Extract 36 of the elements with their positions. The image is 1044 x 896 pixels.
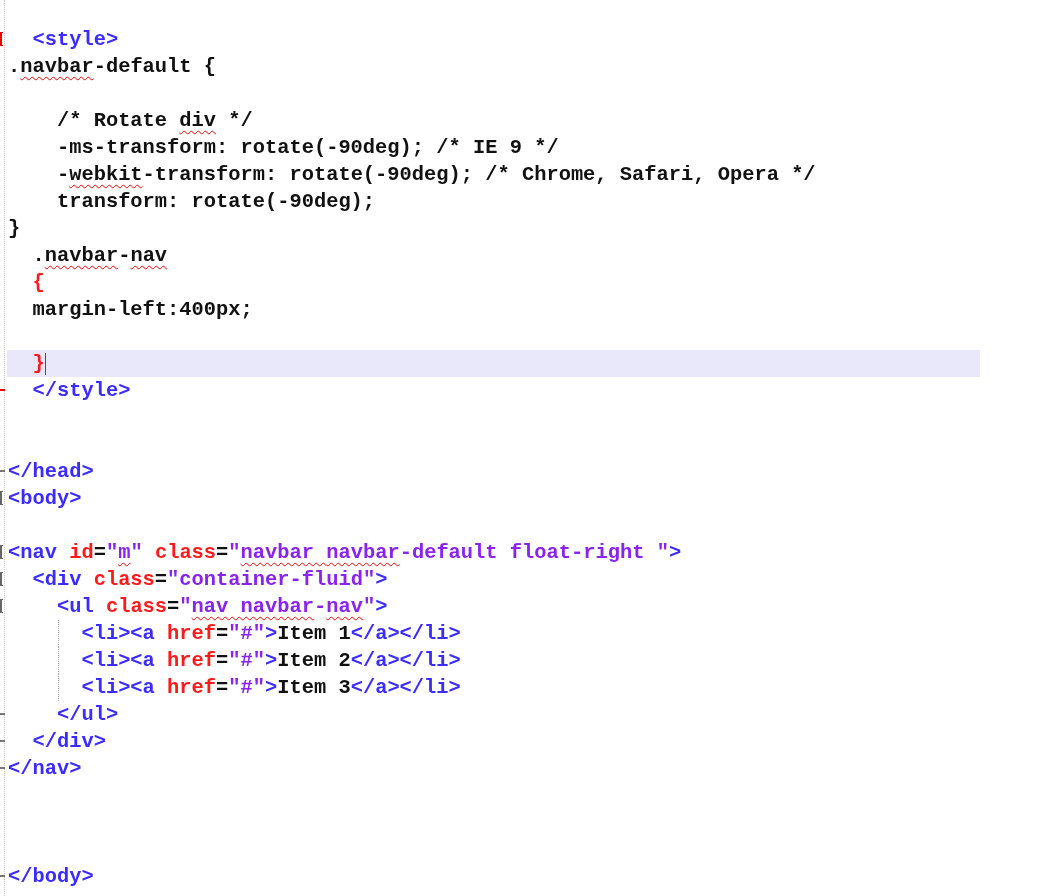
code-line: <nav id="m" class="navbar navbar-default float-right "> (8, 541, 682, 564)
code-line: margin-left:400px; (31, 298, 253, 321)
code-line: /* Rotate div */ (55, 109, 253, 132)
code-line: transform: rotate(-90deg); (55, 190, 376, 213)
fold-marker-icon[interactable] (0, 713, 5, 715)
code-line: } (8, 217, 21, 240)
code-line: <li><a href="#">Item 1</a></li> (80, 622, 461, 645)
code-line: </ul> (55, 703, 119, 726)
code-line: </body> (8, 865, 94, 888)
code-line: <li><a href="#">Item 3</a></li> (80, 676, 461, 699)
code-line: { (31, 271, 45, 294)
code-line: <body> (8, 487, 82, 510)
code-line: -webkit-transform: rotate(-90deg); /* Chrome, Safari, Opera */ (55, 163, 816, 186)
text-cursor (44, 352, 46, 375)
fold-marker-icon[interactable] (0, 572, 3, 586)
fold-marker-icon[interactable] (0, 32, 3, 46)
code-line: .navbar-nav (31, 244, 168, 267)
code-line: </div> (31, 730, 106, 753)
code-line: </style> (31, 379, 131, 402)
fold-marker-icon[interactable] (0, 491, 3, 505)
code-line: <div class="container-fluid"> (31, 568, 388, 591)
fold-marker-icon[interactable] (0, 545, 3, 559)
fold-marker-icon[interactable] (0, 875, 5, 877)
fold-marker-icon[interactable] (0, 389, 5, 391)
code-line: <style> (31, 28, 119, 51)
fold-marker-icon[interactable] (0, 767, 5, 769)
code-line: </nav> (8, 757, 82, 780)
fold-marker-icon[interactable] (0, 599, 3, 613)
code-line: .navbar-default { (8, 55, 217, 78)
fold-marker-icon[interactable] (0, 470, 5, 472)
code-line: } (31, 351, 45, 377)
code-line: <ul class="nav navbar-nav"> (55, 595, 388, 618)
code-line: <li><a href="#">Item 2</a></li> (80, 649, 461, 672)
fold-marker-icon[interactable] (0, 740, 5, 742)
code-line: -ms-transform: rotate(-90deg); /* IE 9 */ (55, 136, 559, 159)
code-line: </head> (8, 460, 94, 483)
